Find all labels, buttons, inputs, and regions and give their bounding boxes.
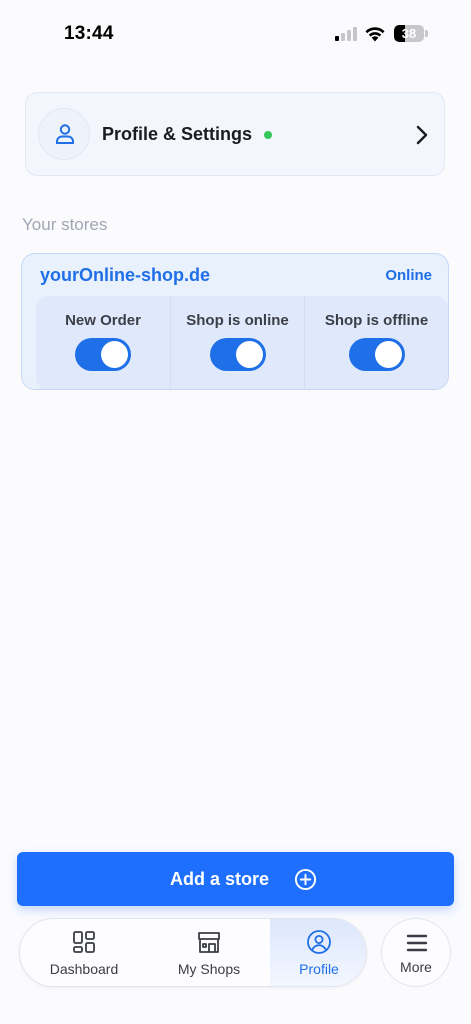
store-card[interactable]: yourOnline-shop.de Online New Order Shop… xyxy=(21,253,449,390)
menu-icon xyxy=(406,934,428,952)
toggle-shop-offline: Shop is offline xyxy=(304,296,448,389)
shop-online-switch[interactable] xyxy=(209,338,266,371)
toggle-shop-online: Shop is online xyxy=(170,296,304,389)
nav-label: My Shops xyxy=(177,961,241,977)
your-stores-heading: Your stores xyxy=(22,215,108,234)
more-label: More xyxy=(400,959,432,975)
cellular-signal-icon xyxy=(335,27,359,41)
battery-level-text: 38 xyxy=(401,26,417,41)
nav-item-my-shops[interactable]: My Shops xyxy=(148,919,270,986)
add-store-button[interactable]: Add a store xyxy=(17,852,454,906)
store-name[interactable]: yourOnline-shop.de xyxy=(40,265,210,286)
profile-avatar xyxy=(38,108,90,160)
more-button[interactable]: More xyxy=(381,918,451,987)
battery-icon: 38 xyxy=(394,25,428,43)
nav-item-dashboard[interactable]: Dashboard xyxy=(20,919,148,986)
toggle-new-order: New Order xyxy=(36,296,170,389)
toggle-label: Shop is online xyxy=(186,312,289,329)
wifi-icon xyxy=(365,27,385,42)
store-status-badge: Online xyxy=(385,267,432,284)
profile-settings-label: Profile & Settings xyxy=(102,124,253,144)
nav-item-profile[interactable]: Profile xyxy=(270,919,366,986)
shop-offline-switch[interactable] xyxy=(348,338,405,371)
bottom-nav: Dashboard My Shops Profile xyxy=(19,918,367,987)
add-store-label: Add a store xyxy=(170,869,270,889)
toggle-label: New Order xyxy=(65,312,141,329)
status-bar: 13:44 38 xyxy=(0,0,471,70)
user-icon xyxy=(56,124,74,144)
store-toggles-panel: New Order Shop is online Shop is offline xyxy=(36,296,448,389)
online-status-dot xyxy=(264,131,272,139)
new-order-switch[interactable] xyxy=(75,338,131,371)
toggle-label: Shop is offline xyxy=(324,312,429,329)
profile-circle-icon xyxy=(307,930,331,954)
plus-circle-icon xyxy=(294,868,317,891)
store-icon xyxy=(198,932,220,953)
profile-settings-card[interactable]: Profile & Settings xyxy=(25,92,445,176)
dashboard-grid-icon xyxy=(73,931,95,953)
chevron-right-icon xyxy=(416,125,428,145)
nav-label: Dashboard xyxy=(49,961,119,977)
status-time: 13:44 xyxy=(64,23,114,44)
nav-label: Profile xyxy=(299,961,339,977)
